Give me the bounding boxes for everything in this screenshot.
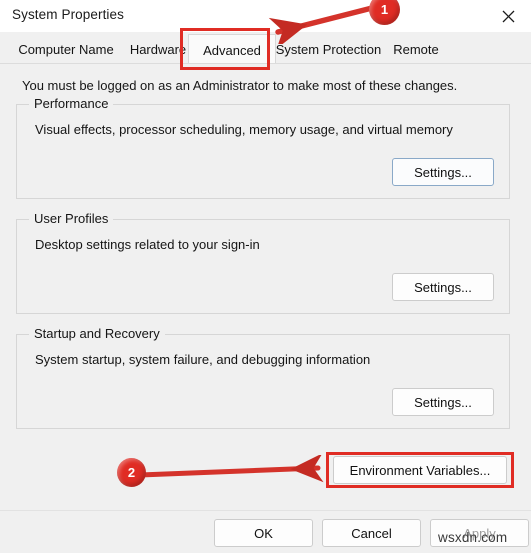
title-bar: System Properties (0, 0, 531, 33)
cancel-button[interactable]: Cancel (322, 519, 421, 547)
ok-button[interactable]: OK (214, 519, 313, 547)
user-profiles-settings-button[interactable]: Settings... (392, 273, 494, 301)
user-profiles-group-label: User Profiles (29, 211, 114, 226)
startup-recovery-group: Startup and Recovery System startup, sys… (16, 326, 510, 429)
performance-group-label: Performance (29, 96, 114, 111)
close-icon[interactable] (485, 0, 531, 32)
advanced-tab-panel: You must be logged on as an Administrato… (0, 63, 531, 511)
performance-description: Visual effects, processor scheduling, me… (35, 122, 453, 137)
tab-advanced[interactable]: Advanced (188, 34, 276, 65)
startup-recovery-settings-button[interactable]: Settings... (392, 388, 494, 416)
tab-remote[interactable]: Remote (383, 34, 449, 64)
apply-button[interactable]: Apply (430, 519, 529, 547)
user-profiles-group: User Profiles Desktop settings related t… (16, 211, 510, 314)
startup-recovery-description: System startup, system failure, and debu… (35, 352, 371, 367)
startup-recovery-group-label: Startup and Recovery (29, 326, 165, 341)
user-profiles-description: Desktop settings related to your sign-in (35, 237, 260, 252)
performance-settings-button[interactable]: Settings... (392, 158, 494, 186)
tab-system-protection[interactable]: System Protection (266, 34, 391, 64)
performance-group: Performance Visual effects, processor sc… (16, 96, 510, 199)
system-properties-window: System Properties Computer Name Hardware… (0, 0, 531, 553)
tab-computer-name[interactable]: Computer Name (8, 34, 124, 64)
environment-variables-button[interactable]: Environment Variables... (333, 456, 507, 484)
window-title: System Properties (12, 7, 124, 22)
dialog-footer: OK Cancel Apply (0, 510, 531, 553)
tab-strip: Computer Name Hardware Advanced System P… (0, 32, 531, 65)
tab-hardware[interactable]: Hardware (118, 34, 198, 64)
admin-notice: You must be logged on as an Administrato… (22, 78, 458, 93)
